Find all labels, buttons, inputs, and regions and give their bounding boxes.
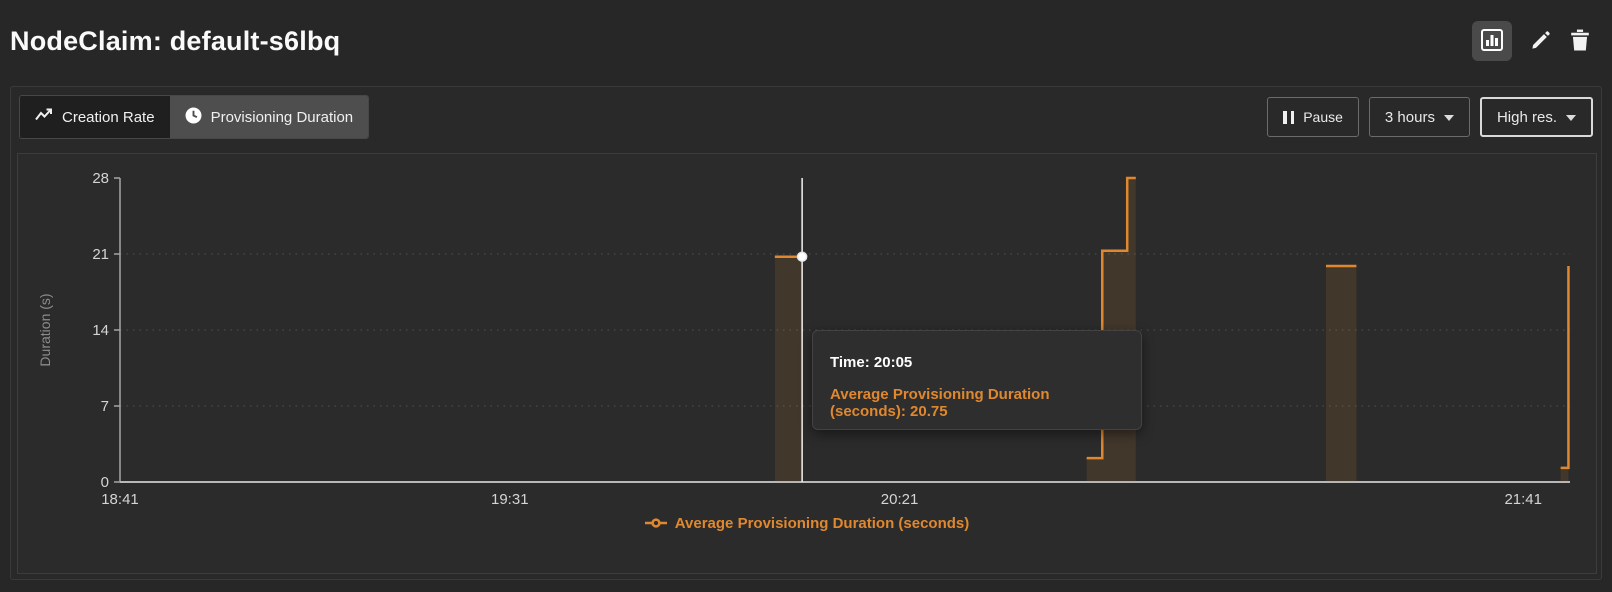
svg-text:28: 28 xyxy=(92,170,109,187)
chart-controls: Pause 3 hours High res. xyxy=(1267,97,1593,137)
header-actions xyxy=(1472,21,1602,61)
chart-card: Creation Rate Provisioning Duration Paus… xyxy=(10,86,1602,580)
bar-chart-icon xyxy=(1480,28,1504,55)
clock-icon xyxy=(185,107,202,128)
tooltip-value: Average Provisioning Duration (seconds):… xyxy=(830,386,1124,420)
duration-chart-canvas[interactable]: 0 7 14 21 28 18:41 19:31 20:21 21:41 Duration (s) xyxy=(18,154,1596,573)
tab-label: Provisioning Duration xyxy=(211,109,354,126)
trend-line-icon xyxy=(35,108,53,126)
svg-text:20:21: 20:21 xyxy=(881,491,919,508)
tab-provisioning-duration[interactable]: Provisioning Duration xyxy=(170,96,369,138)
svg-text:21:41: 21:41 xyxy=(1504,491,1542,508)
legend-item[interactable]: Average Provisioning Duration (seconds) xyxy=(18,515,1596,532)
svg-text:19:31: 19:31 xyxy=(491,491,529,508)
chart-view-button[interactable] xyxy=(1472,21,1512,61)
tooltip-time: Time: 20:05 xyxy=(830,354,1124,371)
time-range-label: 3 hours xyxy=(1385,109,1435,126)
svg-text:14: 14 xyxy=(92,322,109,339)
legend-marker-icon xyxy=(645,515,667,532)
pause-label: Pause xyxy=(1303,109,1343,125)
page-header: NodeClaim: default-s6lbq xyxy=(10,12,1602,70)
svg-text:7: 7 xyxy=(101,398,109,415)
svg-text:18:41: 18:41 xyxy=(101,491,139,508)
delete-button[interactable] xyxy=(1570,29,1590,54)
edit-button[interactable] xyxy=(1530,29,1552,54)
resolution-dropdown[interactable]: High res. xyxy=(1480,97,1593,137)
pause-icon xyxy=(1283,111,1294,124)
chart-toolbar: Creation Rate Provisioning Duration Paus… xyxy=(19,95,1593,139)
svg-text:Duration (s): Duration (s) xyxy=(37,293,53,366)
chevron-down-icon xyxy=(1566,115,1576,121)
pause-button[interactable]: Pause xyxy=(1267,97,1359,137)
tab-label: Creation Rate xyxy=(62,109,155,126)
resolution-label: High res. xyxy=(1497,109,1557,126)
page-title: NodeClaim: default-s6lbq xyxy=(10,26,340,57)
metric-tab-group: Creation Rate Provisioning Duration xyxy=(19,95,369,139)
chevron-down-icon xyxy=(1444,115,1454,121)
chart-tooltip: Time: 20:05 Average Provisioning Duratio… xyxy=(812,330,1142,430)
time-range-dropdown[interactable]: 3 hours xyxy=(1369,97,1470,137)
chart-panel: 0 7 14 21 28 18:41 19:31 20:21 21:41 Duration (s)… xyxy=(17,153,1597,574)
pencil-icon xyxy=(1530,29,1552,54)
tab-creation-rate[interactable]: Creation Rate xyxy=(20,96,170,138)
svg-text:0: 0 xyxy=(101,474,109,491)
trash-icon xyxy=(1570,29,1590,54)
legend-label: Average Provisioning Duration (seconds) xyxy=(675,515,970,532)
svg-text:21: 21 xyxy=(92,246,109,263)
